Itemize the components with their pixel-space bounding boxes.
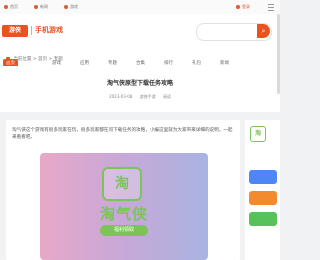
article-views: 阅读 <box>162 94 171 99</box>
breadcrumb-label: 当前位置 <box>13 57 32 62</box>
news-icon <box>34 5 38 9</box>
breadcrumb: 当前位置 > 首页 > 专题 <box>6 56 63 62</box>
top-bar: 首页 新闻 游戏 登录 <box>0 0 280 15</box>
page-scrollbar[interactable] <box>277 14 280 94</box>
game-name: 淘气侠 <box>99 205 148 223</box>
article-hero-image: 淘 淘气侠 福利领取 <box>40 153 208 260</box>
topbar-link-news[interactable]: 新闻 <box>34 4 48 10</box>
topbar-link-games[interactable]: 游戏 <box>64 4 78 10</box>
article-intro: 淘气侠这个游戏有很多玩家在玩，很多玩家都在问下载任务的攻略，小编这里就为大家带来… <box>12 128 233 140</box>
game-icon <box>64 5 68 9</box>
sidebar: 淘 <box>245 120 280 260</box>
user-icon <box>236 5 240 9</box>
site-logo[interactable]: 游侠 <box>2 25 28 37</box>
breadcrumb-section[interactable]: 专题 <box>54 57 63 62</box>
home-icon <box>4 5 8 9</box>
sidebar-download-button[interactable] <box>249 170 277 184</box>
article-date: 2023-03-08 <box>109 94 133 99</box>
site-logo-text: 手机游戏 <box>31 26 63 35</box>
article-title-card: 淘气侠原型下载任务攻略 2023-03-08 游侠手游 阅读 <box>0 66 280 112</box>
page-title: 淘气侠原型下载任务攻略 <box>106 80 173 87</box>
article-meta: 2023-03-08 游侠手游 阅读 <box>0 94 280 100</box>
sidebar-game-icon[interactable]: 淘 <box>250 126 266 142</box>
location-icon <box>6 57 10 61</box>
game-tag: 福利领取 <box>100 225 148 236</box>
menu-icon[interactable] <box>268 4 274 11</box>
search-icon: ⌕ <box>261 27 266 35</box>
sidebar-gift-button[interactable] <box>249 191 277 205</box>
login-link[interactable]: 登录 <box>236 4 250 10</box>
breadcrumb-home[interactable]: 首页 <box>38 57 47 62</box>
article-source[interactable]: 游侠手游 <box>140 94 156 99</box>
article-body: 淘气侠这个游戏有很多玩家在玩，很多玩家都在问下载任务的攻略，小编这里就为大家带来… <box>6 120 240 260</box>
sidebar-android-button[interactable] <box>249 212 277 226</box>
topbar-link-home[interactable]: 首页 <box>4 4 18 10</box>
game-logo-icon: 淘 <box>102 167 142 201</box>
